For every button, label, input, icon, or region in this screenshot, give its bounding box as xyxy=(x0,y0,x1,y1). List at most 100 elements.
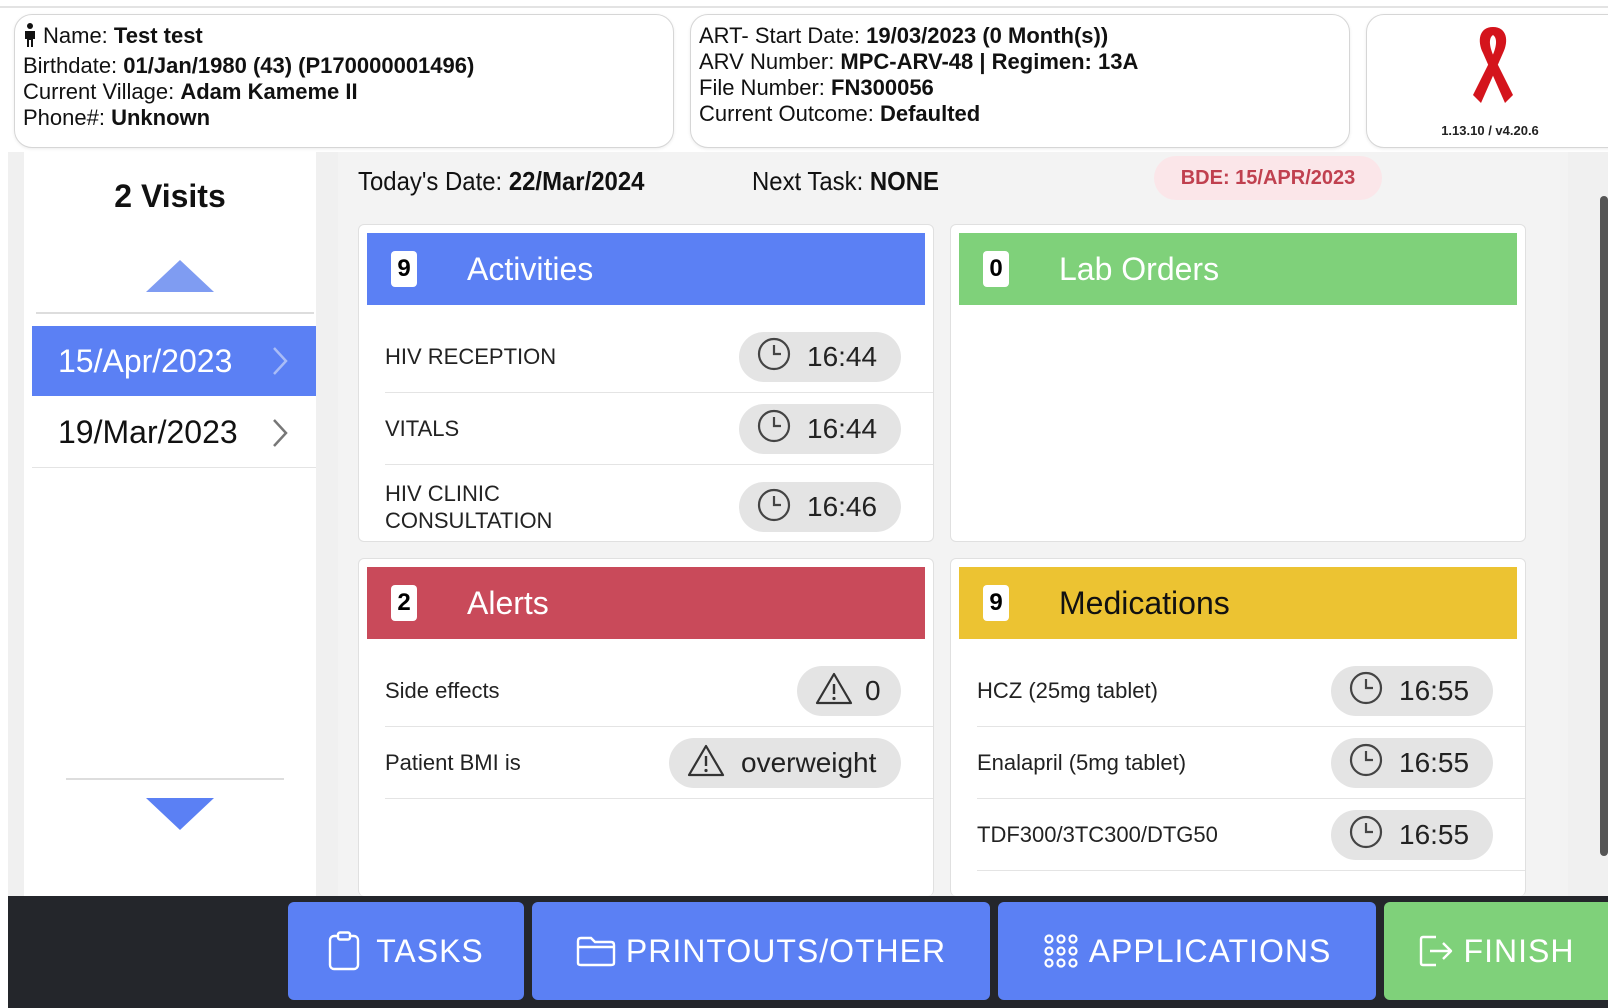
clipboard-icon xyxy=(328,931,360,971)
folder-icon xyxy=(576,935,616,967)
clock-icon xyxy=(1349,815,1383,854)
version-label: 1.13.10 / v4.20.6 xyxy=(1441,123,1539,138)
art-start-line: ART- Start Date: 19/03/2023 (0 Month(s)) xyxy=(699,23,1109,48)
grid-icon xyxy=(1043,933,1079,969)
today-date: Today's Date: 22/Mar/2024 xyxy=(358,166,645,196)
activity-row[interactable]: VITALS 16:44 xyxy=(385,393,933,465)
activities-panel: 9 Activities HIV RECEPTION 16:44 VITALS … xyxy=(358,224,934,542)
time-pill: 16:44 xyxy=(739,403,901,454)
workspace: 2 Visits 15/Apr/2023 19/Mar/2023 Today's… xyxy=(8,152,1608,896)
lab-orders-header[interactable]: 0 Lab Orders xyxy=(959,233,1517,305)
alert-label: Patient BMI is xyxy=(385,750,521,775)
alert-value: overweight xyxy=(741,746,877,778)
alert-row[interactable]: Patient BMI is overweight xyxy=(385,727,933,799)
medication-label: Enalapril (5mg tablet) xyxy=(977,750,1187,775)
medications-header[interactable]: 9 Medications xyxy=(959,567,1517,639)
finish-button[interactable]: FINISH xyxy=(1384,902,1608,1000)
visit-item[interactable]: 19/Mar/2023 xyxy=(32,398,316,468)
activity-time: 16:44 xyxy=(807,412,878,444)
patient-name: Test test xyxy=(113,23,203,48)
time-pill: 16:55 xyxy=(1331,737,1493,788)
clock-icon xyxy=(757,409,791,448)
printouts-button[interactable]: PRINTOUTS/OTHER xyxy=(532,902,990,1000)
visit-date: 15/Apr/2023 xyxy=(58,342,233,379)
lab-orders-panel: 0 Lab Orders xyxy=(950,224,1526,542)
visit-date: 19/Mar/2023 xyxy=(58,414,238,450)
visit-dashboard: Today's Date: 22/Mar/2024 Next Task: NON… xyxy=(338,152,1568,896)
alerts-title: Alerts xyxy=(467,584,549,621)
red-ribbon-icon xyxy=(1461,23,1525,114)
lab-orders-title: Lab Orders xyxy=(1059,250,1220,287)
divider xyxy=(36,312,314,314)
alert-value: 0 xyxy=(865,674,881,706)
activities-title: Activities xyxy=(467,250,594,287)
scroll-up-button[interactable] xyxy=(144,258,216,299)
visits-sidebar: 2 Visits 15/Apr/2023 19/Mar/2023 xyxy=(24,152,316,896)
file-value: FN300056 xyxy=(831,75,934,100)
next-task: Next Task: NONE xyxy=(752,166,939,196)
medication-time: 16:55 xyxy=(1399,674,1470,706)
medications-title: Medications xyxy=(1059,584,1230,621)
alert-row[interactable]: Side effects 0 xyxy=(385,655,933,727)
lab-orders-count: 0 xyxy=(983,251,1009,287)
art-start-value: 19/03/2023 (0 Month(s)) xyxy=(866,23,1109,48)
app-logo-card[interactable]: 1.13.10 / v4.20.6 xyxy=(1366,14,1608,148)
time-pill: 16:55 xyxy=(1331,809,1493,860)
medication-row[interactable]: TDF300/3TC300/DTG50 16:55 xyxy=(977,799,1525,871)
medications-count: 9 xyxy=(983,585,1009,621)
alert-label: Side effects xyxy=(385,678,500,703)
warning-icon xyxy=(815,671,853,710)
alerts-panel: 2 Alerts Side effects 0 Patient BMI is o… xyxy=(358,558,934,896)
birthdate-line: Birthdate: 01/Jan/1980 (43) (P1700000014… xyxy=(23,53,475,78)
medications-panel: 9 Medications HCZ (25mg tablet) 16:55 En… xyxy=(950,558,1526,896)
visit-item[interactable]: 15/Apr/2023 xyxy=(32,326,316,396)
activity-row[interactable]: HIV RECEPTION 16:44 xyxy=(385,321,933,393)
activities-header[interactable]: 9 Activities xyxy=(367,233,925,305)
applications-button[interactable]: APPLICATIONS xyxy=(998,902,1376,1000)
time-pill: 16:46 xyxy=(739,482,901,532)
tasks-label: TASKS xyxy=(376,932,484,969)
village-line: Current Village: Adam Kameme II xyxy=(23,79,358,104)
arv-value: MPC-ARV-48 | Regimen: 13A xyxy=(840,49,1139,74)
patient-info-card: Name: Test test Birthdate: 01/Jan/1980 (… xyxy=(14,14,674,148)
medication-row[interactable]: Enalapril (5mg tablet) 16:55 xyxy=(977,727,1525,799)
clock-icon xyxy=(757,337,791,376)
scroll-down-button[interactable] xyxy=(144,796,216,837)
visits-title: 2 Visits xyxy=(114,178,226,214)
patient-name-line: Name: Test test xyxy=(23,23,673,53)
divider xyxy=(66,778,284,780)
medication-label: HCZ (25mg tablet) xyxy=(977,678,1158,703)
outcome-value: Defaulted xyxy=(879,101,981,126)
person-icon xyxy=(23,23,43,53)
finish-label: FINISH xyxy=(1463,932,1575,969)
medication-label: TDF300/3TC300/DTG50 xyxy=(977,822,1218,847)
alerts-count: 2 xyxy=(391,585,417,621)
medication-row[interactable]: HCZ (25mg tablet) 16:55 xyxy=(977,655,1525,727)
activity-label: HIV CLINIC CONSULTATION xyxy=(385,481,553,533)
printouts-label: PRINTOUTS/OTHER xyxy=(625,932,947,969)
phone-line: Phone#: Unknown xyxy=(23,105,211,130)
activity-row[interactable]: HIV CLINIC CONSULTATION 16:46 xyxy=(385,465,933,541)
clock-icon xyxy=(1349,743,1383,782)
activities-count: 9 xyxy=(391,251,417,287)
clock-icon xyxy=(1349,671,1383,710)
tasks-button[interactable]: TASKS xyxy=(288,902,524,1000)
clock-icon xyxy=(757,488,791,527)
arv-line: ARV Number: MPC-ARV-48 | Regimen: 13A xyxy=(699,49,1139,74)
file-line: File Number: FN300056 xyxy=(699,75,934,100)
outcome-line: Current Outcome: Defaulted xyxy=(699,101,981,126)
chevron-right-icon xyxy=(272,346,288,381)
scrollbar[interactable] xyxy=(1600,196,1608,856)
alerts-header[interactable]: 2 Alerts xyxy=(367,567,925,639)
applications-label: APPLICATIONS xyxy=(1088,932,1332,969)
alert-pill: 0 xyxy=(797,665,901,716)
medication-time: 16:55 xyxy=(1399,746,1470,778)
time-pill: 16:55 xyxy=(1331,665,1493,716)
chevron-right-icon xyxy=(272,418,288,453)
activity-time: 16:44 xyxy=(807,340,878,372)
activity-label: HIV RECEPTION xyxy=(385,344,557,369)
phone-value: Unknown xyxy=(111,105,211,130)
time-pill: 16:44 xyxy=(739,331,901,382)
warning-icon xyxy=(687,743,725,782)
program-info-card: ART- Start Date: 19/03/2023 (0 Month(s))… xyxy=(690,14,1350,148)
